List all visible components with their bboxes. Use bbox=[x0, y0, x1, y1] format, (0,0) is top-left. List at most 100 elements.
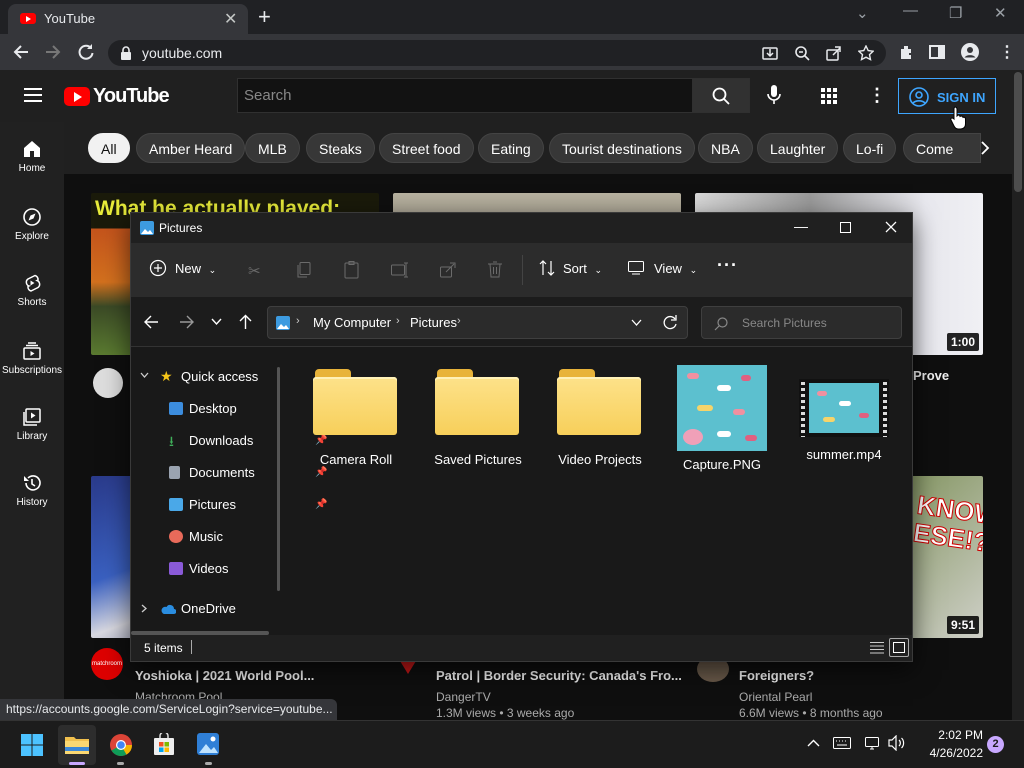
microphone-icon[interactable] bbox=[767, 85, 781, 105]
scrollbar-thumb[interactable] bbox=[1014, 72, 1022, 192]
clock-time[interactable]: 2:02 PM bbox=[927, 728, 983, 742]
sidebar-item-subscriptions[interactable]: Subscriptions bbox=[0, 342, 64, 376]
search-input[interactable] bbox=[238, 79, 693, 112]
keyboard-icon[interactable] bbox=[833, 737, 851, 749]
channel-avatar[interactable]: matchroom bbox=[91, 648, 123, 680]
browser-menu-icon[interactable]: ⋮ bbox=[999, 42, 1015, 62]
chip-laughter[interactable]: Laughter bbox=[757, 133, 839, 163]
search-button[interactable] bbox=[692, 78, 750, 113]
copy-icon[interactable] bbox=[297, 262, 311, 278]
hamburger-menu-icon[interactable] bbox=[24, 88, 42, 102]
channel-name[interactable]: DangerTV bbox=[436, 690, 491, 704]
up-arrow-icon[interactable] bbox=[239, 314, 252, 329]
chrome-icon[interactable] bbox=[110, 734, 132, 756]
address-dropdown-icon[interactable] bbox=[631, 319, 642, 327]
details-view-icon[interactable] bbox=[870, 641, 884, 654]
sort-button[interactable]: Sort ⌄ bbox=[539, 260, 602, 276]
folder-item[interactable]: Camera Roll bbox=[301, 369, 411, 467]
address-bar[interactable]: youtube.com bbox=[108, 40, 886, 66]
chip-street-food[interactable]: Street food bbox=[379, 133, 474, 163]
sidebar-item-shorts[interactable]: Shorts bbox=[0, 274, 64, 308]
nav-item-documents[interactable]: Documents 📌 bbox=[169, 465, 327, 480]
tab-close-icon[interactable]: ✕ bbox=[224, 9, 237, 29]
chip-all[interactable]: All bbox=[88, 133, 130, 163]
forward-icon[interactable] bbox=[44, 43, 62, 61]
sign-in-button[interactable]: SIGN IN bbox=[898, 78, 996, 114]
chevron-right-icon[interactable] bbox=[979, 140, 991, 156]
video-title[interactable]: Prove bbox=[913, 368, 949, 383]
nav-item-videos[interactable]: Videos bbox=[169, 561, 229, 576]
chip-lo-fi[interactable]: Lo-fi bbox=[843, 133, 897, 163]
volume-icon[interactable] bbox=[888, 735, 908, 751]
nav-onedrive[interactable]: OneDrive bbox=[181, 601, 236, 616]
profile-icon[interactable] bbox=[961, 43, 979, 61]
recent-locations-chevron-icon[interactable] bbox=[211, 318, 222, 326]
video-title[interactable]: Patrol | Border Security: Canada's Fro..… bbox=[436, 668, 682, 683]
nav-item-pictures[interactable]: Pictures 📌 bbox=[169, 497, 327, 512]
notification-badge[interactable]: 2 bbox=[987, 736, 1004, 753]
windows-start-icon[interactable] bbox=[21, 734, 43, 756]
chip-nba[interactable]: NBA bbox=[698, 133, 753, 163]
clock-date[interactable]: 4/26/2022 bbox=[917, 746, 983, 760]
apps-grid-icon[interactable] bbox=[821, 88, 837, 104]
new-button[interactable]: New ⌄ bbox=[149, 259, 216, 277]
back-icon[interactable] bbox=[12, 43, 30, 61]
minimize-button[interactable]: — bbox=[794, 218, 808, 234]
chip-amber-heard[interactable]: Amber Heard bbox=[136, 133, 246, 163]
maximize-button[interactable] bbox=[840, 222, 851, 233]
forward-arrow-icon[interactable] bbox=[179, 315, 194, 329]
nav-item-music[interactable]: Music bbox=[169, 529, 223, 544]
restore-button[interactable]: ❐ bbox=[949, 4, 962, 22]
cut-icon[interactable]: ✂ bbox=[248, 262, 261, 280]
channel-name[interactable]: Oriental Pearl bbox=[739, 690, 812, 704]
tab-search-icon[interactable]: ⌄ bbox=[856, 4, 869, 22]
avatar[interactable] bbox=[93, 368, 123, 398]
view-button[interactable]: View ⌄ bbox=[628, 261, 697, 276]
bookmark-star-icon[interactable] bbox=[858, 45, 874, 61]
nav-scrollbar[interactable] bbox=[277, 367, 280, 591]
share-icon[interactable] bbox=[440, 262, 456, 278]
side-panel-icon[interactable] bbox=[929, 44, 945, 60]
breadcrumb-pictures[interactable]: Pictures bbox=[410, 315, 457, 330]
show-hidden-icons-chevron-icon[interactable] bbox=[807, 739, 820, 747]
chip-eating[interactable]: Eating bbox=[478, 133, 544, 163]
install-icon[interactable] bbox=[762, 45, 778, 61]
chip-steaks[interactable]: Steaks bbox=[306, 133, 375, 163]
minimize-button[interactable]: — bbox=[903, 2, 918, 19]
sidebar-item-library[interactable]: Library bbox=[0, 408, 64, 442]
video-title[interactable]: Yoshioka | 2021 World Pool... bbox=[135, 668, 314, 683]
chip-tourist-destinations[interactable]: Tourist destinations bbox=[549, 133, 695, 163]
rename-icon[interactable] bbox=[391, 262, 409, 278]
close-button[interactable] bbox=[885, 221, 897, 233]
nav-quick-access[interactable]: Quick access bbox=[181, 369, 258, 384]
paste-icon[interactable] bbox=[344, 261, 360, 279]
page-scrollbar[interactable] bbox=[1012, 70, 1024, 720]
video-title[interactable]: Foreigners? bbox=[739, 668, 814, 683]
sidebar-item-history[interactable]: History bbox=[0, 474, 64, 508]
lock-icon[interactable] bbox=[120, 46, 132, 60]
new-tab-button[interactable]: + bbox=[258, 4, 271, 30]
share-icon[interactable] bbox=[826, 45, 842, 61]
collapse-chevron-icon[interactable] bbox=[140, 372, 149, 379]
taskbar-file-explorer[interactable] bbox=[58, 725, 96, 765]
chip-mlb[interactable]: MLB bbox=[245, 133, 300, 163]
sidebar-item-explore[interactable]: Explore bbox=[0, 208, 64, 242]
folder-item[interactable]: Video Projects bbox=[545, 369, 655, 467]
large-icons-view-button[interactable] bbox=[889, 638, 909, 657]
zoom-icon[interactable] bbox=[794, 45, 810, 61]
chip-comedy[interactable]: Come bbox=[903, 133, 981, 163]
expand-chevron-icon[interactable] bbox=[141, 604, 148, 613]
breadcrumb-bar[interactable]: › My Computer › Pictures › bbox=[267, 306, 688, 339]
more-options-icon[interactable]: ··· bbox=[717, 255, 738, 276]
folder-item[interactable]: Saved Pictures bbox=[423, 369, 533, 467]
refresh-icon[interactable] bbox=[662, 315, 677, 330]
network-icon[interactable] bbox=[865, 735, 881, 751]
video-item[interactable]: summer.mp4 bbox=[789, 379, 899, 462]
delete-icon[interactable] bbox=[488, 261, 502, 278]
breadcrumb-my-computer[interactable]: My Computer bbox=[313, 315, 391, 330]
search-box[interactable]: Search Pictures bbox=[701, 306, 902, 339]
reload-icon[interactable] bbox=[77, 43, 95, 61]
back-arrow-icon[interactable] bbox=[144, 315, 159, 329]
tab-youtube[interactable]: YouTube ✕ bbox=[8, 4, 248, 34]
close-window-button[interactable]: ✕ bbox=[994, 4, 1007, 22]
